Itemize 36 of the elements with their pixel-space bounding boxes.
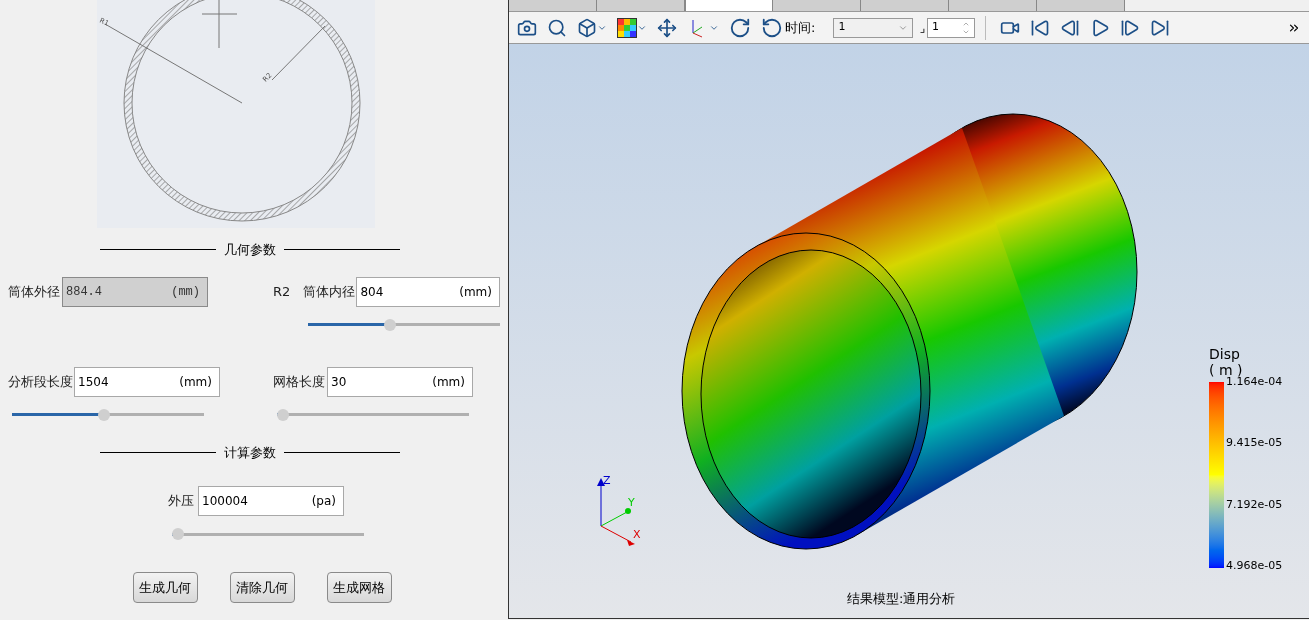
time-label: 时间: [785, 18, 816, 37]
field-label: 分析段长度 [8, 372, 74, 391]
step-spinbox[interactable]: 1 [927, 17, 975, 38]
section-title: 计算参数 [224, 443, 276, 462]
action-button[interactable]: 生成几何 [132, 572, 198, 603]
step-glyph: ⌟ [919, 19, 925, 37]
axis-triad-drawing: Z Y X [597, 472, 647, 552]
field-label: 网格长度 [273, 372, 326, 391]
slider-thumb[interactable] [172, 528, 184, 540]
slider[interactable] [308, 318, 500, 331]
legend-tick-label: 7.192e-05 [1226, 498, 1283, 511]
input-field[interactable]: 100004 (pa) [198, 486, 344, 516]
section-title: 几何参数 [224, 241, 276, 259]
legend-tick-label: 4.968e-05 [1226, 560, 1283, 572]
field-label: 外压 [168, 492, 195, 511]
field-label: 筒体内径 [303, 282, 357, 301]
input-field[interactable]: 30 (mm) [327, 366, 473, 397]
tab[interactable] [685, 0, 773, 11]
action-button[interactable]: 生成网格 [326, 572, 392, 603]
slider-thumb[interactable] [383, 318, 396, 331]
slider[interactable] [277, 408, 469, 421]
action-button[interactable]: 清除几何 [229, 572, 295, 603]
legend-tick-label: 1.164e-04 [1226, 376, 1283, 388]
slider[interactable] [12, 408, 204, 421]
slider-thumb[interactable] [98, 408, 111, 421]
time-dropdown[interactable]: 1 [833, 17, 914, 38]
input-field[interactable]: 804 (mm) [356, 276, 500, 307]
legend-tick-label: 9.415e-05 [1226, 437, 1283, 450]
slider[interactable] [172, 528, 364, 540]
slider-thumb[interactable] [277, 408, 289, 421]
field-label: 筒体外径 [8, 282, 61, 301]
input-field[interactable]: 1504 (mm) [74, 366, 220, 397]
legend-title: Disp [1209, 346, 1241, 362]
dimension-label: R2 [273, 282, 292, 301]
result-model-caption: 结果模型:通用分析 [847, 589, 956, 608]
legend-unit: ( m ) [1209, 362, 1243, 378]
